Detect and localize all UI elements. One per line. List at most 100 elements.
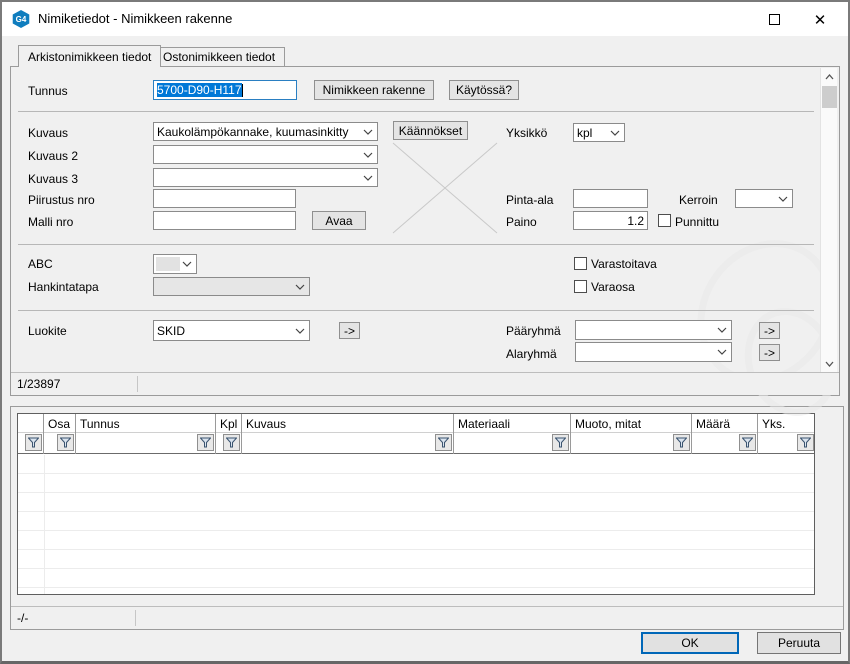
title-bar[interactable]: G4 Nimiketiedot - Nimikkeen rakenne ✕	[2, 2, 848, 36]
luokite-combobox[interactable]: SKID	[153, 320, 310, 341]
hankintatapa-combobox[interactable]	[153, 277, 310, 296]
scroll-up-button[interactable]	[821, 68, 838, 85]
tunnus-input[interactable]: 5700-D90-H117	[153, 80, 297, 100]
funnel-icon	[28, 437, 39, 448]
column-header-label[interactable]: Tunnus	[76, 414, 215, 433]
column-filter-cell[interactable]	[758, 433, 815, 453]
grid-column-osa: Osa	[44, 414, 76, 454]
chevron-down-icon	[610, 130, 620, 137]
chevron-down-icon	[778, 196, 788, 203]
paino-input[interactable]: 1.2	[573, 211, 648, 230]
column-filter-cell[interactable]	[454, 433, 570, 453]
column-filter-cell[interactable]	[216, 433, 241, 453]
chevron-up-icon	[825, 74, 834, 80]
filter-funnel-button[interactable]	[197, 434, 214, 451]
chevron-down-icon	[295, 328, 305, 335]
cancel-button[interactable]: Peruuta	[757, 632, 841, 654]
filter-funnel-button[interactable]	[435, 434, 452, 451]
kaytossa-button[interactable]: Käytössä?	[449, 80, 519, 100]
filter-funnel-button[interactable]	[223, 434, 240, 451]
filter-funnel-button[interactable]	[797, 434, 814, 451]
alaryhma-label: Alaryhmä	[506, 347, 557, 361]
avaa-button[interactable]: Avaa	[312, 211, 366, 230]
abc-combobox[interactable]	[153, 254, 197, 274]
malli-nro-input[interactable]	[153, 211, 296, 230]
tab-label: Ostonimikkeen tiedot	[163, 50, 275, 64]
column-filter-cell[interactable]	[44, 433, 75, 453]
kuvaus-combobox[interactable]: Kaukolämpökannake, kuumasinkitty	[153, 122, 378, 141]
filter-funnel-button[interactable]	[57, 434, 74, 451]
grid-empty-rows[interactable]	[18, 455, 814, 594]
status-divider	[135, 610, 136, 626]
varastoitava-checkbox[interactable]	[574, 257, 587, 270]
varaosa-checkbox[interactable]	[574, 280, 587, 293]
structure-panel: OsaTunnusKplKuvausMateriaaliMuoto, mitat…	[10, 406, 844, 630]
close-button[interactable]: ✕	[804, 7, 836, 32]
grid-column-muoto-mitat: Muoto, mitat	[571, 414, 692, 454]
kuvaus3-label: Kuvaus 3	[28, 172, 78, 186]
funnel-icon	[742, 437, 753, 448]
column-filter-cell[interactable]	[692, 433, 757, 453]
yksikko-combobox[interactable]: kpl	[573, 123, 625, 142]
alaryhma-combobox[interactable]	[575, 342, 732, 362]
kaannokset-button[interactable]: Käännökset	[393, 121, 468, 140]
funnel-icon	[60, 437, 71, 448]
pinta-ala-input[interactable]	[573, 189, 648, 208]
funnel-icon	[226, 437, 237, 448]
luokite-arrow-button[interactable]: ->	[339, 322, 360, 339]
funnel-icon	[438, 437, 449, 448]
kuvaus2-combobox[interactable]	[153, 145, 378, 164]
hankintatapa-label: Hankintatapa	[28, 280, 99, 294]
column-header-label[interactable]: Kpl	[216, 414, 241, 433]
filter-funnel-button[interactable]	[673, 434, 690, 451]
column-header-label[interactable]: Yks.	[758, 414, 815, 433]
kuvaus3-combobox[interactable]	[153, 168, 378, 187]
filter-funnel-button[interactable]	[739, 434, 756, 451]
scrollbar-thumb[interactable]	[822, 86, 837, 108]
selected-text: 5700-D90-H117	[157, 83, 242, 97]
luokite-label: Luokite	[28, 324, 67, 338]
column-header-label[interactable]	[18, 414, 43, 433]
vertical-scrollbar[interactable]	[820, 68, 837, 372]
ok-button[interactable]: OK	[641, 632, 739, 654]
column-header-label[interactable]: Muoto, mitat	[571, 414, 691, 433]
status-divider	[137, 376, 138, 392]
tab-page-arkistonimike: Tunnus 5700-D90-H117 Nimikkeen rakenne K…	[10, 66, 840, 396]
nimikkeen-rakenne-button[interactable]: Nimikkeen rakenne	[314, 80, 434, 100]
paaryhma-arrow-button[interactable]: ->	[759, 322, 780, 339]
column-filter-cell[interactable]	[571, 433, 691, 453]
grid-status-bar: -/-	[11, 606, 843, 629]
close-icon: ✕	[814, 11, 827, 29]
alaryhma-arrow-button[interactable]: ->	[759, 344, 780, 361]
scroll-down-button[interactable]	[821, 355, 838, 372]
varastoitava-label: Varastoitava	[591, 257, 657, 271]
column-header-label[interactable]: Osa	[44, 414, 75, 433]
combo-value: SKID	[157, 324, 185, 338]
separator	[18, 244, 814, 245]
dialog-window: G4 Nimiketiedot - Nimikkeen rakenne ✕ Ar…	[0, 0, 850, 664]
grid-column-selector	[18, 414, 44, 454]
grid-column-tunnus: Tunnus	[76, 414, 216, 454]
column-header-label[interactable]: Määrä	[692, 414, 757, 433]
column-filter-cell[interactable]	[18, 433, 43, 453]
column-filter-cell[interactable]	[242, 433, 453, 453]
malli-nro-label: Malli nro	[28, 215, 73, 229]
grid-column-m-r-: Määrä	[692, 414, 758, 454]
kerroin-combobox[interactable]	[735, 189, 793, 208]
piirustus-nro-label: Piirustus nro	[28, 193, 95, 207]
punnittu-checkbox[interactable]	[658, 214, 671, 227]
column-header-label[interactable]: Kuvaus	[242, 414, 453, 433]
maximize-icon	[769, 14, 780, 25]
grid-column-yks-: Yks.	[758, 414, 815, 454]
piirustus-nro-input[interactable]	[153, 189, 296, 208]
column-filter-cell[interactable]	[76, 433, 215, 453]
tab-arkistonimikkeen-tiedot[interactable]: Arkistonimikkeen tiedot	[18, 45, 161, 67]
punnittu-label: Punnittu	[675, 215, 719, 229]
tab-ostonimikkeen-tiedot[interactable]: Ostonimikkeen tiedot	[153, 47, 285, 66]
paaryhma-combobox[interactable]	[575, 320, 732, 340]
maximize-button[interactable]	[758, 7, 790, 32]
column-header-label[interactable]: Materiaali	[454, 414, 570, 433]
filter-funnel-button[interactable]	[25, 434, 42, 451]
filter-funnel-button[interactable]	[552, 434, 569, 451]
grid-column-kuvaus: Kuvaus	[242, 414, 454, 454]
